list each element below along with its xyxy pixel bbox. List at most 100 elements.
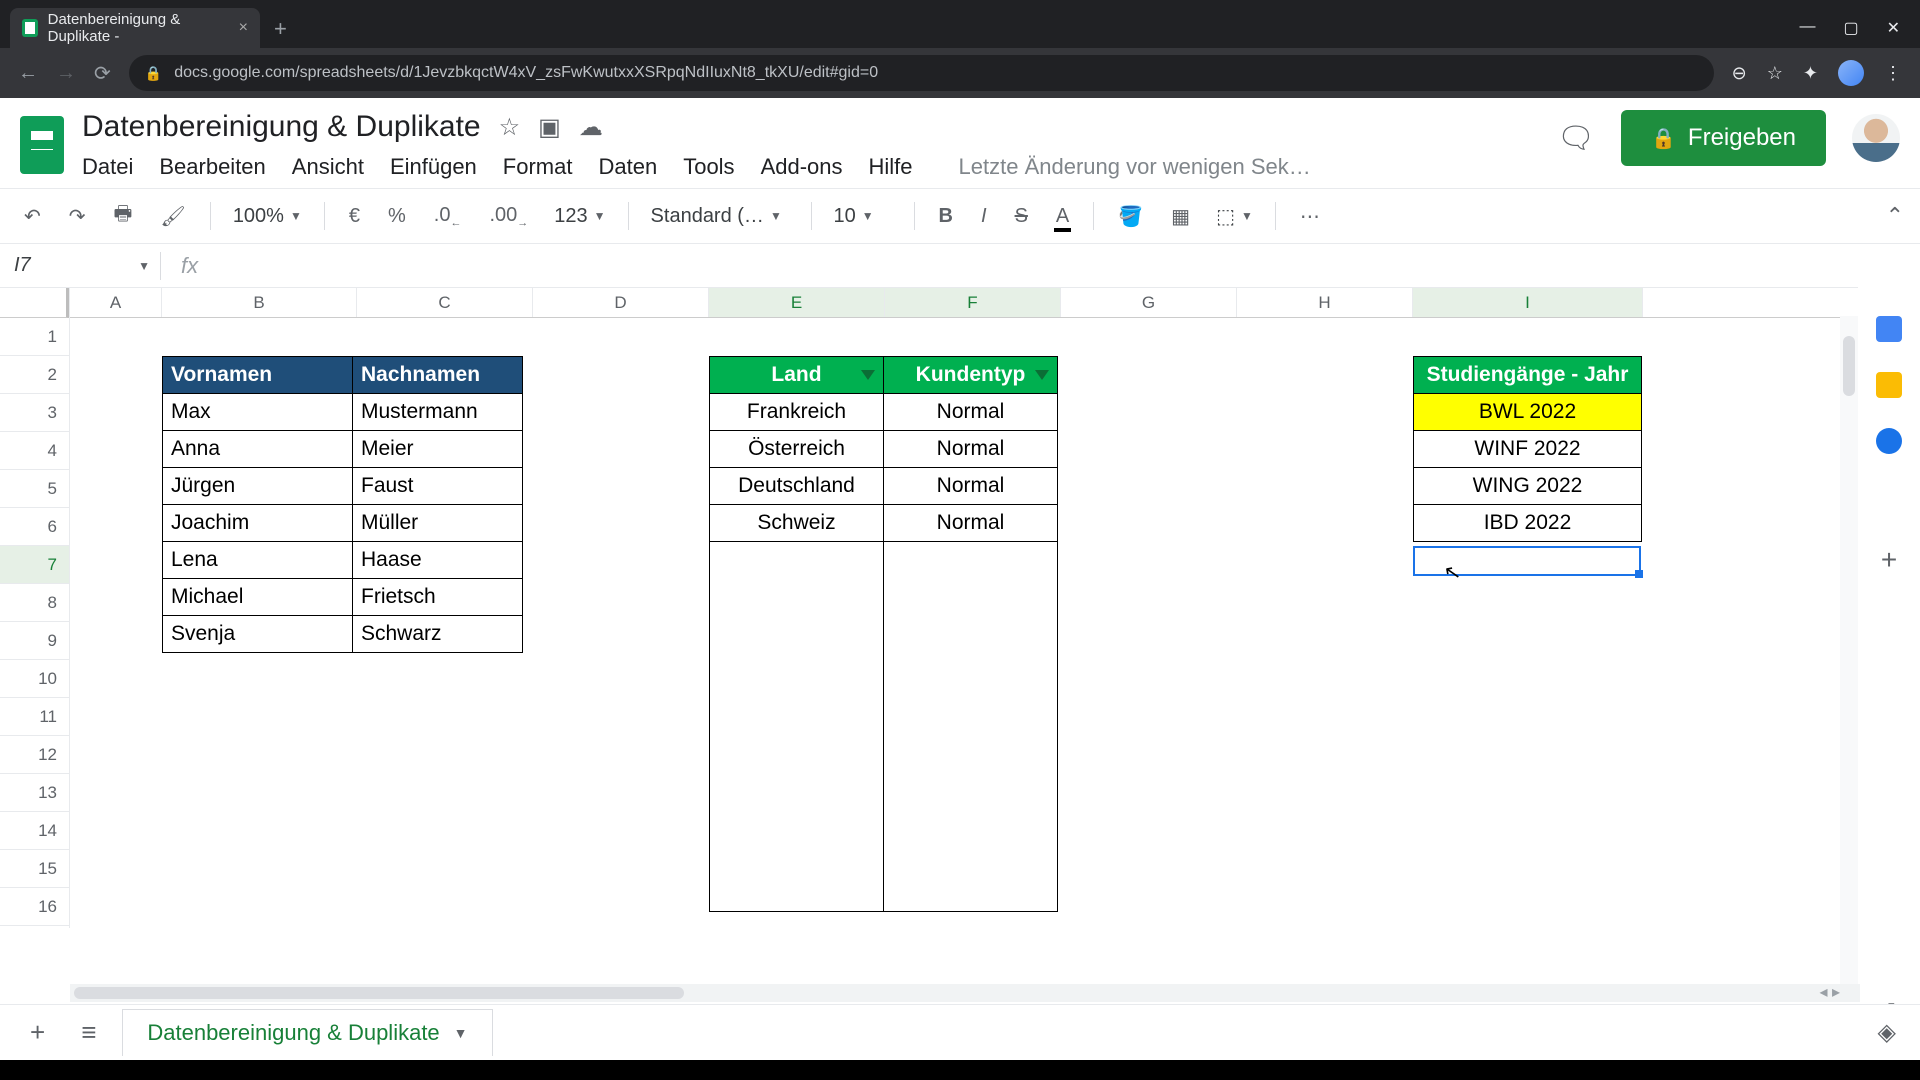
undo-icon[interactable]: ↶ bbox=[16, 198, 49, 235]
filter-icon[interactable] bbox=[861, 370, 875, 380]
cell[interactable]: WINF 2022 bbox=[1414, 431, 1642, 468]
menu-insert[interactable]: Einfügen bbox=[390, 154, 477, 180]
row-header[interactable]: 3 bbox=[0, 394, 69, 432]
menu-tools[interactable]: Tools bbox=[683, 154, 734, 180]
strikethrough-icon[interactable]: S bbox=[1007, 199, 1036, 234]
menu-addons[interactable]: Add-ons bbox=[761, 154, 843, 180]
col-header[interactable]: B bbox=[162, 288, 357, 317]
cell[interactable]: Normal bbox=[884, 468, 1058, 505]
row-header[interactable]: 12 bbox=[0, 736, 69, 774]
cell[interactable]: Normal bbox=[884, 394, 1058, 431]
row-header[interactable]: 8 bbox=[0, 584, 69, 622]
move-icon[interactable]: ▣ bbox=[538, 113, 561, 142]
bookmark-icon[interactable]: ☆ bbox=[1767, 63, 1783, 84]
sheet-tab-dropdown-icon[interactable]: ▼ bbox=[454, 1025, 468, 1041]
account-avatar[interactable] bbox=[1852, 114, 1900, 162]
menu-file[interactable]: Datei bbox=[82, 154, 133, 180]
col-header[interactable]: C bbox=[357, 288, 533, 317]
row-header[interactable]: 9 bbox=[0, 622, 69, 660]
cell[interactable]: Jürgen bbox=[163, 468, 353, 505]
cell[interactable]: Joachim bbox=[163, 505, 353, 542]
row-header[interactable]: 10 bbox=[0, 660, 69, 698]
table3-header[interactable]: Studiengänge - Jahr bbox=[1414, 357, 1642, 394]
col-header[interactable]: E bbox=[709, 288, 885, 317]
row-header[interactable]: 7 bbox=[0, 546, 69, 584]
row-header[interactable]: 15 bbox=[0, 850, 69, 888]
redo-icon[interactable]: ↷ bbox=[61, 198, 94, 235]
cell[interactable]: Frankreich bbox=[710, 394, 884, 431]
horizontal-scrollbar[interactable] bbox=[70, 984, 1860, 1002]
row-header[interactable]: 14 bbox=[0, 812, 69, 850]
namebox-dropdown-icon[interactable]: ▼ bbox=[138, 259, 150, 273]
borders-icon[interactable]: ▦ bbox=[1163, 198, 1198, 235]
col-header[interactable]: A bbox=[70, 288, 162, 317]
sheet-tab[interactable]: Datenbereinigung & Duplikate ▼ bbox=[122, 1009, 492, 1056]
table2-header-kundentyp[interactable]: Kundentyp bbox=[884, 357, 1058, 394]
bold-icon[interactable]: B bbox=[931, 199, 961, 234]
menu-data[interactable]: Daten bbox=[598, 154, 657, 180]
minimize-icon[interactable]: — bbox=[1799, 18, 1815, 38]
cell[interactable]: Normal bbox=[884, 431, 1058, 468]
col-header[interactable]: F bbox=[885, 288, 1061, 317]
close-tab-icon[interactable]: × bbox=[239, 19, 248, 37]
more-toolbar-icon[interactable]: ⋯ bbox=[1292, 198, 1328, 235]
cell[interactable]: Michael bbox=[163, 579, 353, 616]
cell[interactable]: Österreich bbox=[710, 431, 884, 468]
menu-help[interactable]: Hilfe bbox=[869, 154, 913, 180]
comments-icon[interactable]: 🗨 bbox=[1557, 121, 1595, 156]
cell[interactable] bbox=[710, 542, 884, 912]
url-input[interactable]: 🔒 docs.google.com/spreadsheets/d/1Jevzbk… bbox=[129, 55, 1714, 91]
cells-area[interactable]: VornamenNachnamen MaxMustermann AnnaMeie… bbox=[70, 318, 1920, 928]
cell[interactable]: Normal bbox=[884, 505, 1058, 542]
table1-header-vornamen[interactable]: Vornamen bbox=[163, 357, 353, 394]
keep-icon[interactable] bbox=[1876, 372, 1902, 398]
cell[interactable]: Schwarz bbox=[353, 616, 523, 653]
sheets-logo-icon[interactable] bbox=[16, 110, 68, 180]
new-tab-button[interactable]: + bbox=[260, 16, 301, 48]
number-format-select[interactable]: 123▼ bbox=[548, 205, 611, 228]
zoom-select[interactable]: 100%▼ bbox=[227, 205, 308, 228]
table2-header-land[interactable]: Land bbox=[710, 357, 884, 394]
calendar-icon[interactable] bbox=[1876, 316, 1902, 342]
table1-header-nachnamen[interactable]: Nachnamen bbox=[353, 357, 523, 394]
all-sheets-icon[interactable]: ≡ bbox=[71, 1013, 106, 1052]
profile-avatar-icon[interactable] bbox=[1838, 60, 1864, 86]
row-header[interactable]: 1 bbox=[0, 318, 69, 356]
back-icon[interactable]: ← bbox=[18, 62, 38, 85]
add-sheet-icon[interactable]: + bbox=[20, 1013, 55, 1052]
explore-icon[interactable]: ◈ bbox=[1878, 1018, 1896, 1047]
browser-tab[interactable]: Datenbereinigung & Duplikate - × bbox=[10, 8, 260, 48]
cell[interactable]: Meier bbox=[353, 431, 523, 468]
chrome-menu-icon[interactable]: ⋮ bbox=[1884, 63, 1902, 84]
last-edit-text[interactable]: Letzte Änderung vor wenigen Sek… bbox=[959, 154, 1311, 180]
cell[interactable]: Anna bbox=[163, 431, 353, 468]
cloud-status-icon[interactable]: ☁ bbox=[579, 113, 603, 142]
row-header[interactable]: 5 bbox=[0, 470, 69, 508]
cell[interactable]: Müller bbox=[353, 505, 523, 542]
extensions-icon[interactable]: ✦ bbox=[1803, 63, 1818, 84]
cell[interactable]: Mustermann bbox=[353, 394, 523, 431]
select-all-corner[interactable] bbox=[0, 288, 69, 318]
menu-edit[interactable]: Bearbeiten bbox=[159, 154, 265, 180]
forward-icon[interactable]: → bbox=[56, 62, 76, 85]
cell[interactable]: Lena bbox=[163, 542, 353, 579]
col-header[interactable]: H bbox=[1237, 288, 1413, 317]
cell[interactable]: Svenja bbox=[163, 616, 353, 653]
cell[interactable]: IBD 2022 bbox=[1414, 505, 1642, 542]
cell[interactable]: Haase bbox=[353, 542, 523, 579]
cell[interactable] bbox=[884, 542, 1058, 912]
row-header[interactable]: 4 bbox=[0, 432, 69, 470]
add-addon-icon[interactable]: + bbox=[1881, 544, 1897, 576]
cell[interactable]: Max bbox=[163, 394, 353, 431]
increase-decimal-button[interactable]: .00→ bbox=[481, 198, 536, 235]
decrease-decimal-button[interactable]: .0← bbox=[426, 198, 470, 235]
merge-cells-icon[interactable]: ⬚▼ bbox=[1210, 204, 1259, 229]
print-icon[interactable]: 🖶 bbox=[106, 193, 141, 239]
paint-format-icon[interactable]: 🖌 bbox=[152, 198, 193, 235]
maximize-icon[interactable]: ▢ bbox=[1843, 18, 1858, 38]
col-header[interactable]: D bbox=[533, 288, 709, 317]
name-box[interactable]: I7 ▼ bbox=[0, 254, 160, 277]
vertical-scrollbar[interactable] bbox=[1840, 316, 1858, 984]
share-button[interactable]: 🔒 Freigeben bbox=[1621, 110, 1826, 166]
menu-format[interactable]: Format bbox=[503, 154, 573, 180]
